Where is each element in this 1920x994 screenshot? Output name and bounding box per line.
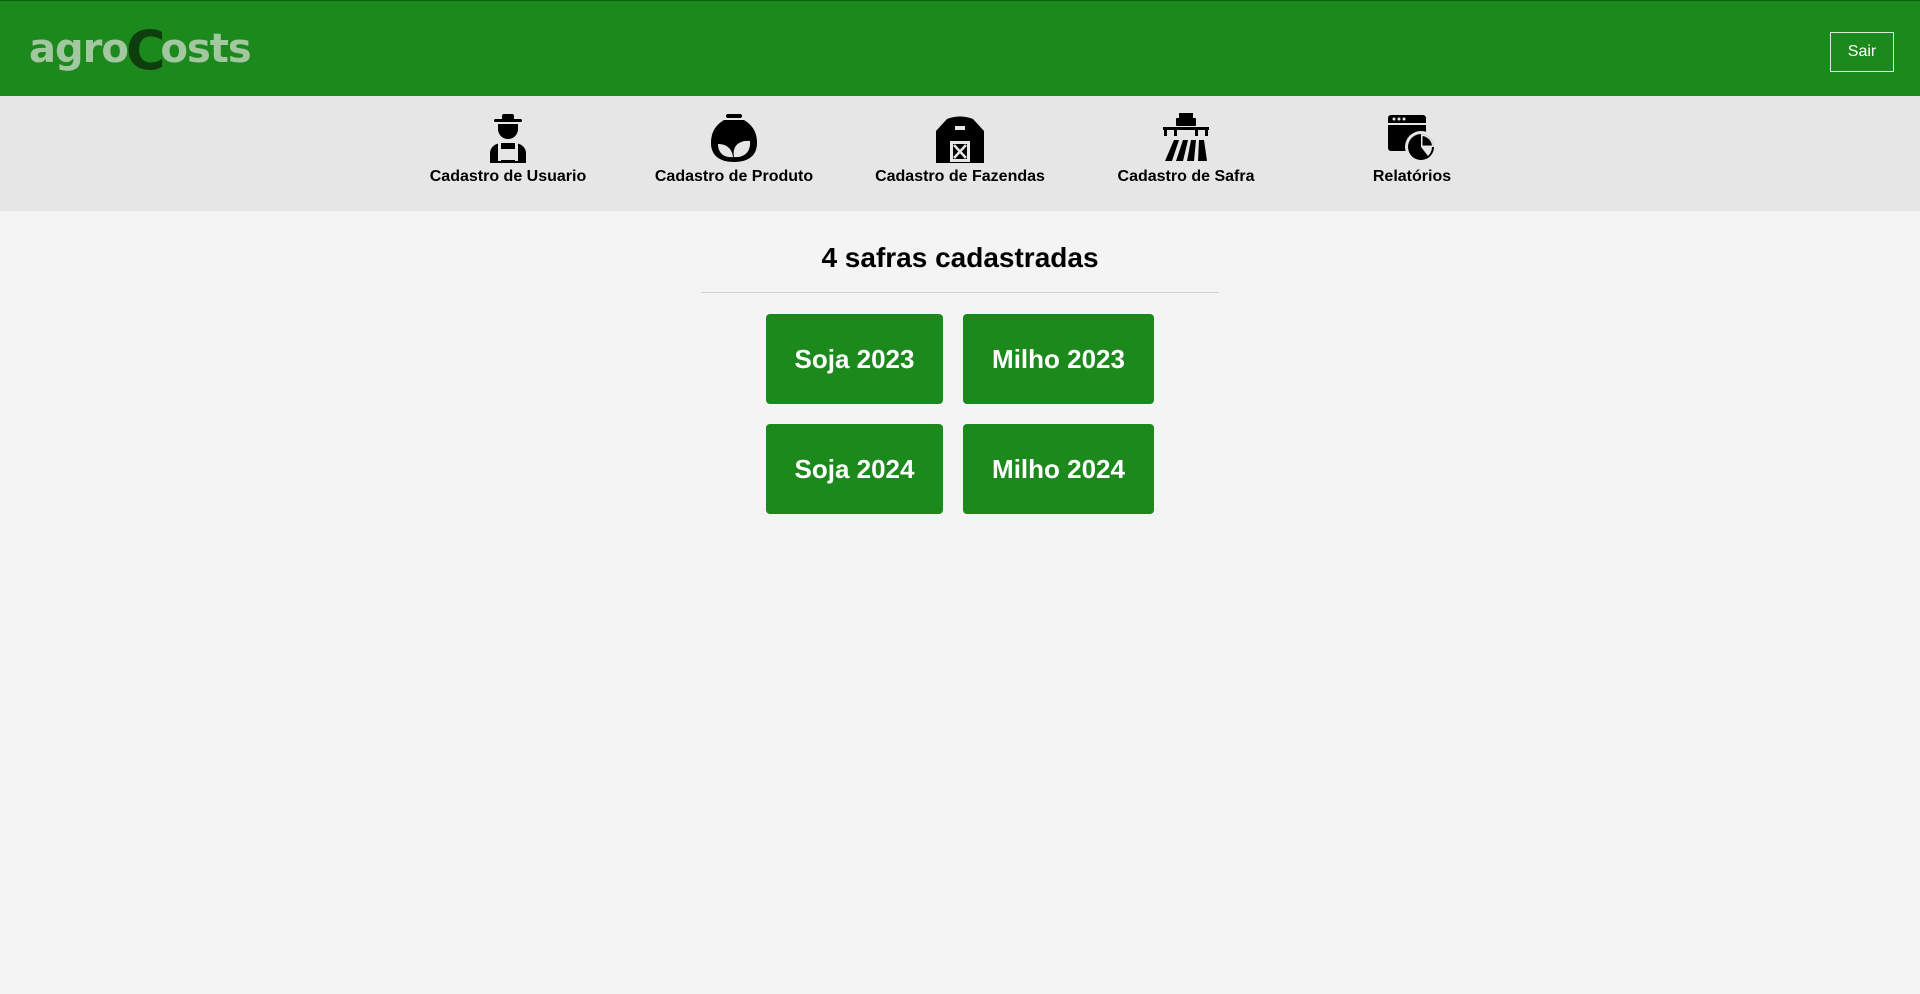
nav-label: Cadastro de Produto (654, 168, 814, 185)
app-logo[interactable]: agro Costs (29, 19, 252, 82)
nav-label: Relatórios (1372, 168, 1452, 185)
logo-letter-c: C (125, 19, 166, 82)
nav-item-relatorios[interactable]: Relatórios (1312, 96, 1512, 211)
nav-label: Cadastro de Fazendas (875, 168, 1045, 185)
report-chart-icon (1387, 113, 1437, 163)
farmer-icon (483, 113, 533, 163)
divider (701, 292, 1219, 293)
logout-button[interactable]: Sair (1830, 32, 1894, 72)
top-bar: agro Costs Sair (0, 0, 1920, 96)
safra-button-milho-2024[interactable]: Milho 2024 (963, 424, 1154, 514)
nav-item-cadastro-fazendas[interactable]: Cadastro de Fazendas (860, 96, 1060, 211)
nav-item-cadastro-safra[interactable]: Cadastro de Safra (1086, 96, 1286, 211)
nav-item-cadastro-produto[interactable]: Cadastro de Produto (634, 96, 834, 211)
nav-label: Cadastro de Safra (1117, 168, 1255, 185)
logo-text-osts: osts (160, 26, 251, 72)
safra-button-soja-2023[interactable]: Soja 2023 (766, 314, 943, 404)
logo-text-agro: agro (29, 26, 129, 72)
tractor-field-icon (1161, 113, 1211, 163)
seed-bag-icon (709, 113, 759, 163)
nav-label: Cadastro de Usuario (429, 168, 587, 185)
nav-item-cadastro-usuario[interactable]: Cadastro de Usuario (408, 96, 608, 211)
safra-button-soja-2024[interactable]: Soja 2024 (766, 424, 943, 514)
safra-button-milho-2023[interactable]: Milho 2023 (963, 314, 1154, 404)
barn-icon (935, 113, 985, 163)
page-title: 4 safras cadastradas (821, 242, 1099, 273)
main-nav: Cadastro de Usuario Cadastro de Produto … (0, 96, 1920, 211)
